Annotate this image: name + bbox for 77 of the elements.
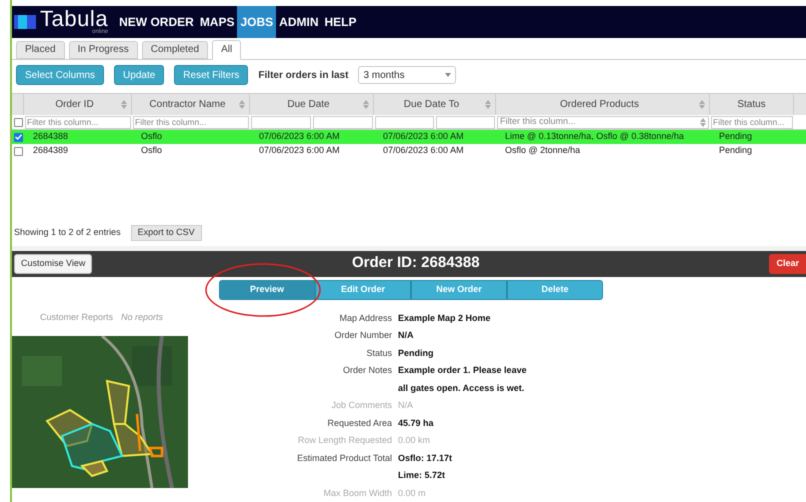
- range-end-field[interactable]: [436, 116, 495, 129]
- nav-link[interactable]: MAPS: [196, 6, 238, 38]
- detail-label: Map Address: [339, 312, 392, 325]
- table-cell-text: Osflo @ 2tonne/ha: [504, 144, 582, 158]
- sort-icon: [239, 100, 245, 110]
- detail-label: Order Number: [334, 329, 392, 342]
- detail-value: 0.00 m: [398, 486, 427, 500]
- sort-icon: [700, 118, 706, 127]
- detail-value: Lime: 5.72t: [398, 469, 446, 482]
- table-cell-text: Lime @ 0.13tonne/ha, Osflo @ 0.38tonne/ha: [504, 130, 685, 144]
- range-start-field[interactable]: [375, 116, 434, 129]
- check-icon: [14, 134, 22, 140]
- column-header[interactable]: Due Date To: [374, 94, 496, 116]
- detail-value: N/A: [398, 329, 414, 342]
- action-button[interactable]: Preview: [219, 280, 315, 300]
- range-end-field[interactable]: [313, 116, 373, 129]
- column-header[interactable]: Status: [710, 94, 794, 116]
- caret-icon: [445, 73, 452, 78]
- export-button[interactable]: Export to CSV: [130, 225, 202, 242]
- detail-label: Row Length Requested: [298, 434, 392, 447]
- table-cell-text: 07/06/2023 6:00 AM: [382, 130, 465, 144]
- column-header[interactable]: Ordered Products: [496, 94, 710, 116]
- customise-view-button[interactable]: Customise View: [14, 254, 92, 274]
- table-cell-text: Pending: [718, 130, 754, 144]
- table-cell-text: Osflo: [140, 130, 164, 144]
- sort-icon: [699, 100, 705, 110]
- detail-value: Example order 1. Please leave all gates open. Access is wet.: [398, 364, 528, 395]
- sort-icon: [363, 100, 369, 110]
- column-header[interactable]: Order ID: [24, 94, 132, 116]
- sort-icon: [485, 100, 491, 110]
- range-start-field[interactable]: [251, 116, 311, 129]
- nav-link[interactable]: HELP: [322, 6, 360, 38]
- detail-value: Pending: [398, 346, 434, 360]
- detail-label: Max Boom Width: [323, 486, 392, 500]
- table-cell-text: 07/06/2023 6:00 AM: [258, 144, 341, 158]
- table-cell-text: 2684389: [32, 144, 70, 158]
- select-all-checkbox[interactable]: [14, 118, 22, 127]
- table-row[interactable]: 2684388 Osflo 07/06/2023 6:00 AM 07/06/2023 6:00 AM Lime @ 0.13tonne/ha, Osflo @ 0.38tonne/ha Pending: [12, 130, 806, 144]
- column-header[interactable]: Due Date: [250, 94, 374, 116]
- table-cell-text: 2684388: [32, 130, 70, 144]
- detail-label: Estimated Product Total: [297, 452, 392, 464]
- filter-label: Filter orders in last: [258, 68, 348, 83]
- tab[interactable]: Placed: [16, 40, 65, 59]
- detail-label: Job Comments: [331, 399, 392, 412]
- order-title: Order ID: 2684388: [352, 253, 480, 274]
- table-cell-text: 07/06/2023 6:00 AM: [258, 130, 341, 144]
- tab[interactable]: All: [212, 40, 242, 60]
- detail-label: Status: [366, 346, 392, 360]
- nav-link[interactable]: JOBS: [237, 6, 276, 38]
- detail-value: 45.79 ha: [398, 416, 435, 430]
- detail-label: Requested Area: [327, 416, 392, 430]
- detail-value: Osflo: 17.17t: [398, 452, 454, 464]
- table-cell-text: 07/06/2023 6:00 AM: [382, 144, 465, 158]
- tab[interactable]: Completed: [142, 40, 208, 59]
- detail-label: Order Notes: [342, 364, 392, 377]
- table-cell-text: Pending: [718, 144, 754, 158]
- tab[interactable]: In Progress: [68, 40, 138, 59]
- clear-button[interactable]: Clear: [769, 254, 806, 274]
- column-header[interactable]: Contractor Name: [132, 94, 250, 116]
- filter-field[interactable]: Filter this column...: [711, 116, 793, 129]
- entries-info: Showing 1 to 2 of 2 entries: [14, 226, 121, 240]
- period-dropdown[interactable]: 3 months: [358, 66, 456, 84]
- sort-icon: [121, 100, 127, 110]
- row-checkbox[interactable]: [14, 146, 22, 156]
- reports-label: Customer Reports: [40, 310, 114, 324]
- reports-value: No reports: [121, 310, 164, 324]
- detail-value: N/A: [398, 399, 414, 412]
- nav-link[interactable]: NEW ORDER: [116, 6, 197, 38]
- filter-field[interactable]: Filter this column...: [25, 116, 131, 129]
- filter-select[interactable]: Filter this column...: [497, 116, 709, 129]
- logo-icon: [14, 14, 36, 29]
- filter-field[interactable]: Filter this column...: [133, 116, 249, 129]
- detail-value: Example Map 2 Home: [398, 312, 492, 325]
- row-checkbox[interactable]: [14, 132, 22, 142]
- table-cell-text: Osflo: [140, 144, 164, 158]
- nav-link[interactable]: ADMIN: [276, 6, 322, 38]
- detail-value: 0.00 km: [398, 434, 432, 447]
